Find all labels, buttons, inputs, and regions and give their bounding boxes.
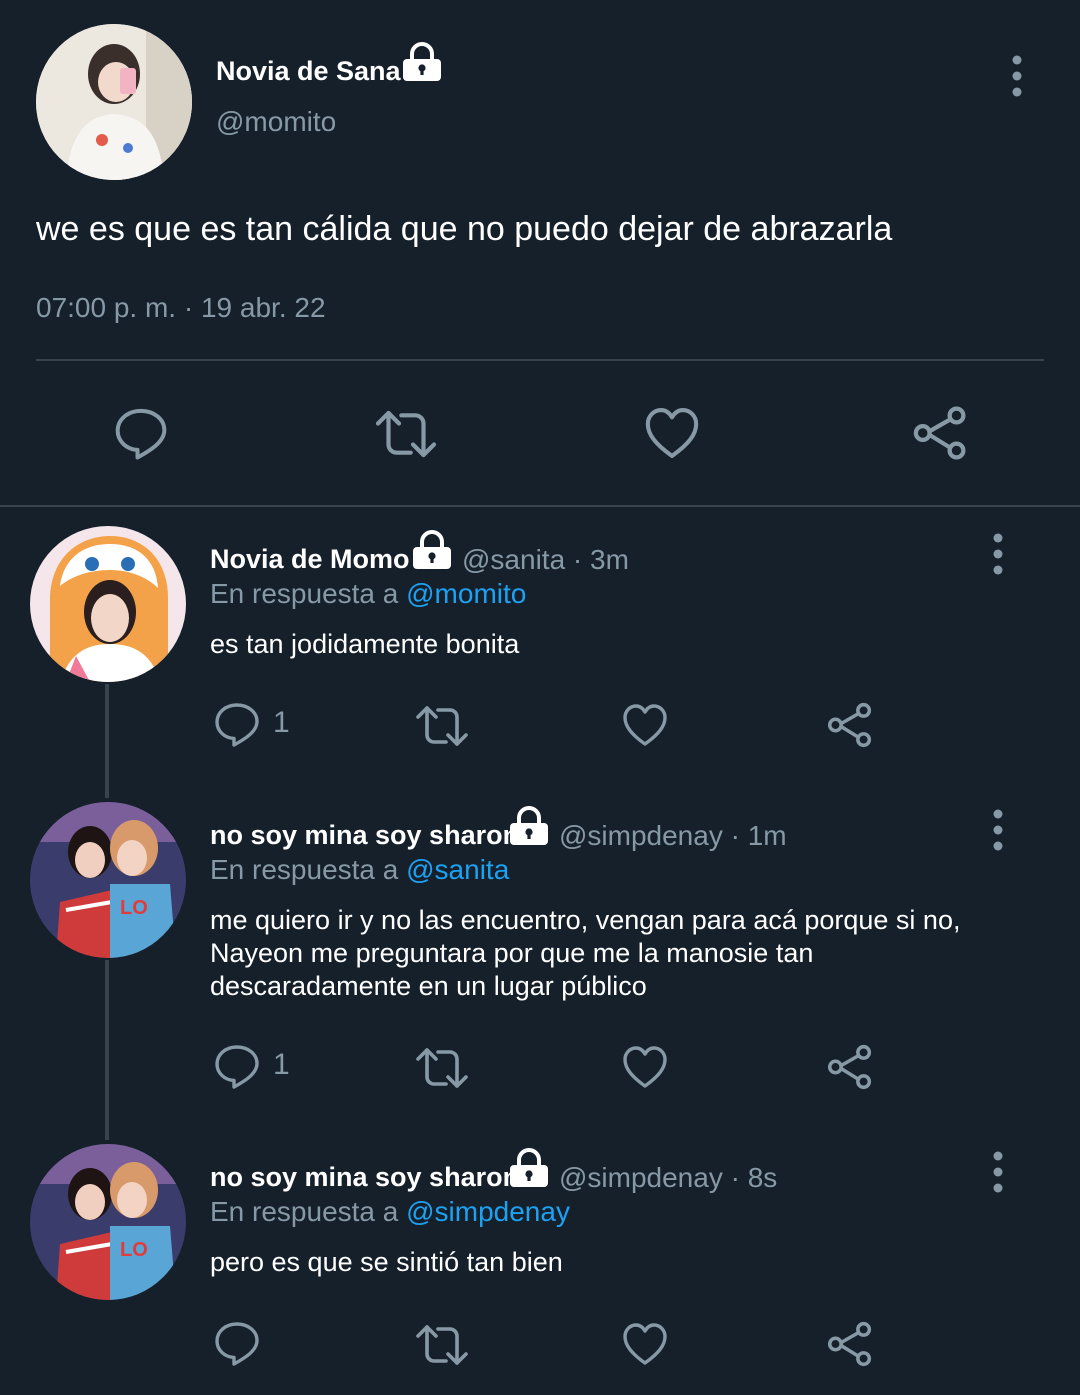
avatar-photo-icon: LO bbox=[30, 1144, 186, 1300]
handle-time: @simpdenay · 8s bbox=[559, 1162, 777, 1194]
tweet-text: we es que es tan cálida que no puedo dej… bbox=[36, 210, 893, 248]
reply-context-prefix: En respuesta a bbox=[210, 854, 399, 885]
like-icon[interactable] bbox=[643, 404, 701, 462]
reply-time: · 1m bbox=[730, 820, 787, 851]
lock-icon bbox=[507, 804, 551, 848]
more-options-icon[interactable] bbox=[988, 1150, 1008, 1194]
reply-context: En respuesta a @sanita bbox=[210, 854, 509, 886]
reply-time: · 3m bbox=[572, 544, 629, 575]
reply-text: pero es que se sintió tan bien bbox=[210, 1247, 563, 1277]
reply-icon[interactable] bbox=[213, 1042, 261, 1090]
reply-context: En respuesta a @momito bbox=[210, 578, 526, 610]
svg-text:LO: LO bbox=[120, 897, 148, 919]
like-icon[interactable] bbox=[621, 1320, 669, 1368]
reply-text: me quiero ir y no las encuentro, vengan … bbox=[210, 904, 960, 1003]
mention-link[interactable]: @momito bbox=[406, 578, 526, 609]
tweet-timestamp: 07:00 p. m. · 19 abr. 22 bbox=[36, 292, 326, 323]
mention-link[interactable]: @simpdenay bbox=[406, 1196, 570, 1227]
reply-context: En respuesta a @simpdenay bbox=[210, 1196, 570, 1228]
lock-icon bbox=[400, 40, 444, 84]
avatar[interactable]: LO bbox=[30, 802, 186, 958]
reply-text-line: descaradamente en un lugar público bbox=[210, 971, 647, 1001]
lock-icon bbox=[410, 528, 454, 572]
reply-context-prefix: En respuesta a bbox=[210, 578, 399, 609]
reply-icon[interactable] bbox=[213, 700, 261, 748]
avatar[interactable]: LO bbox=[30, 1144, 186, 1300]
share-icon[interactable] bbox=[824, 1319, 874, 1369]
reply-count: 1 bbox=[273, 1048, 290, 1081]
retweet-icon[interactable] bbox=[414, 1044, 470, 1092]
avatar[interactable] bbox=[36, 24, 192, 180]
retweet-icon[interactable] bbox=[414, 702, 470, 750]
section-divider bbox=[0, 505, 1080, 507]
handle-time: @sanita · 3m bbox=[462, 544, 629, 576]
user-handle[interactable]: @momito bbox=[216, 106, 336, 138]
avatar-photo-icon bbox=[30, 526, 186, 682]
share-icon[interactable] bbox=[824, 700, 874, 750]
display-name[interactable]: no soy mina soy sharon bbox=[210, 1162, 519, 1193]
reply-count: 1 bbox=[273, 706, 290, 739]
avatar-photo-icon: LO bbox=[30, 802, 186, 958]
user-handle[interactable]: @sanita bbox=[462, 544, 565, 575]
avatar-photo-icon bbox=[36, 24, 192, 180]
display-name[interactable]: Novia de Momo bbox=[210, 544, 410, 575]
share-icon[interactable] bbox=[824, 1042, 874, 1092]
divider bbox=[36, 359, 1044, 361]
display-name[interactable]: Novia de Sana bbox=[216, 56, 401, 87]
thread-line bbox=[105, 684, 109, 798]
more-options-icon[interactable] bbox=[988, 532, 1008, 576]
reply-icon[interactable] bbox=[213, 1319, 261, 1367]
retweet-icon[interactable] bbox=[372, 406, 440, 462]
reply-time: · 8s bbox=[730, 1162, 778, 1193]
reply-text-line: Nayeon me preguntara por que me la manos… bbox=[210, 938, 814, 968]
reply-context-prefix: En respuesta a bbox=[210, 1196, 399, 1227]
lock-icon bbox=[507, 1146, 551, 1190]
user-handle[interactable]: @simpdenay bbox=[559, 820, 723, 851]
more-options-icon[interactable] bbox=[988, 808, 1008, 852]
svg-text:LO: LO bbox=[120, 1239, 148, 1261]
reply-text: es tan jodidamente bonita bbox=[210, 629, 520, 659]
reply-icon[interactable] bbox=[113, 405, 169, 461]
retweet-icon[interactable] bbox=[414, 1321, 470, 1369]
user-handle[interactable]: @simpdenay bbox=[559, 1162, 723, 1193]
mention-link[interactable]: @sanita bbox=[406, 854, 509, 885]
reply-text-line: me quiero ir y no las encuentro, vengan … bbox=[210, 905, 961, 935]
thread-line bbox=[105, 960, 109, 1140]
share-icon[interactable] bbox=[909, 403, 969, 463]
handle-time: @simpdenay · 1m bbox=[559, 820, 787, 852]
like-icon[interactable] bbox=[621, 1043, 669, 1091]
more-options-icon[interactable] bbox=[1007, 54, 1027, 98]
avatar[interactable] bbox=[30, 526, 186, 682]
like-icon[interactable] bbox=[621, 701, 669, 749]
display-name[interactable]: no soy mina soy sharon bbox=[210, 820, 519, 851]
